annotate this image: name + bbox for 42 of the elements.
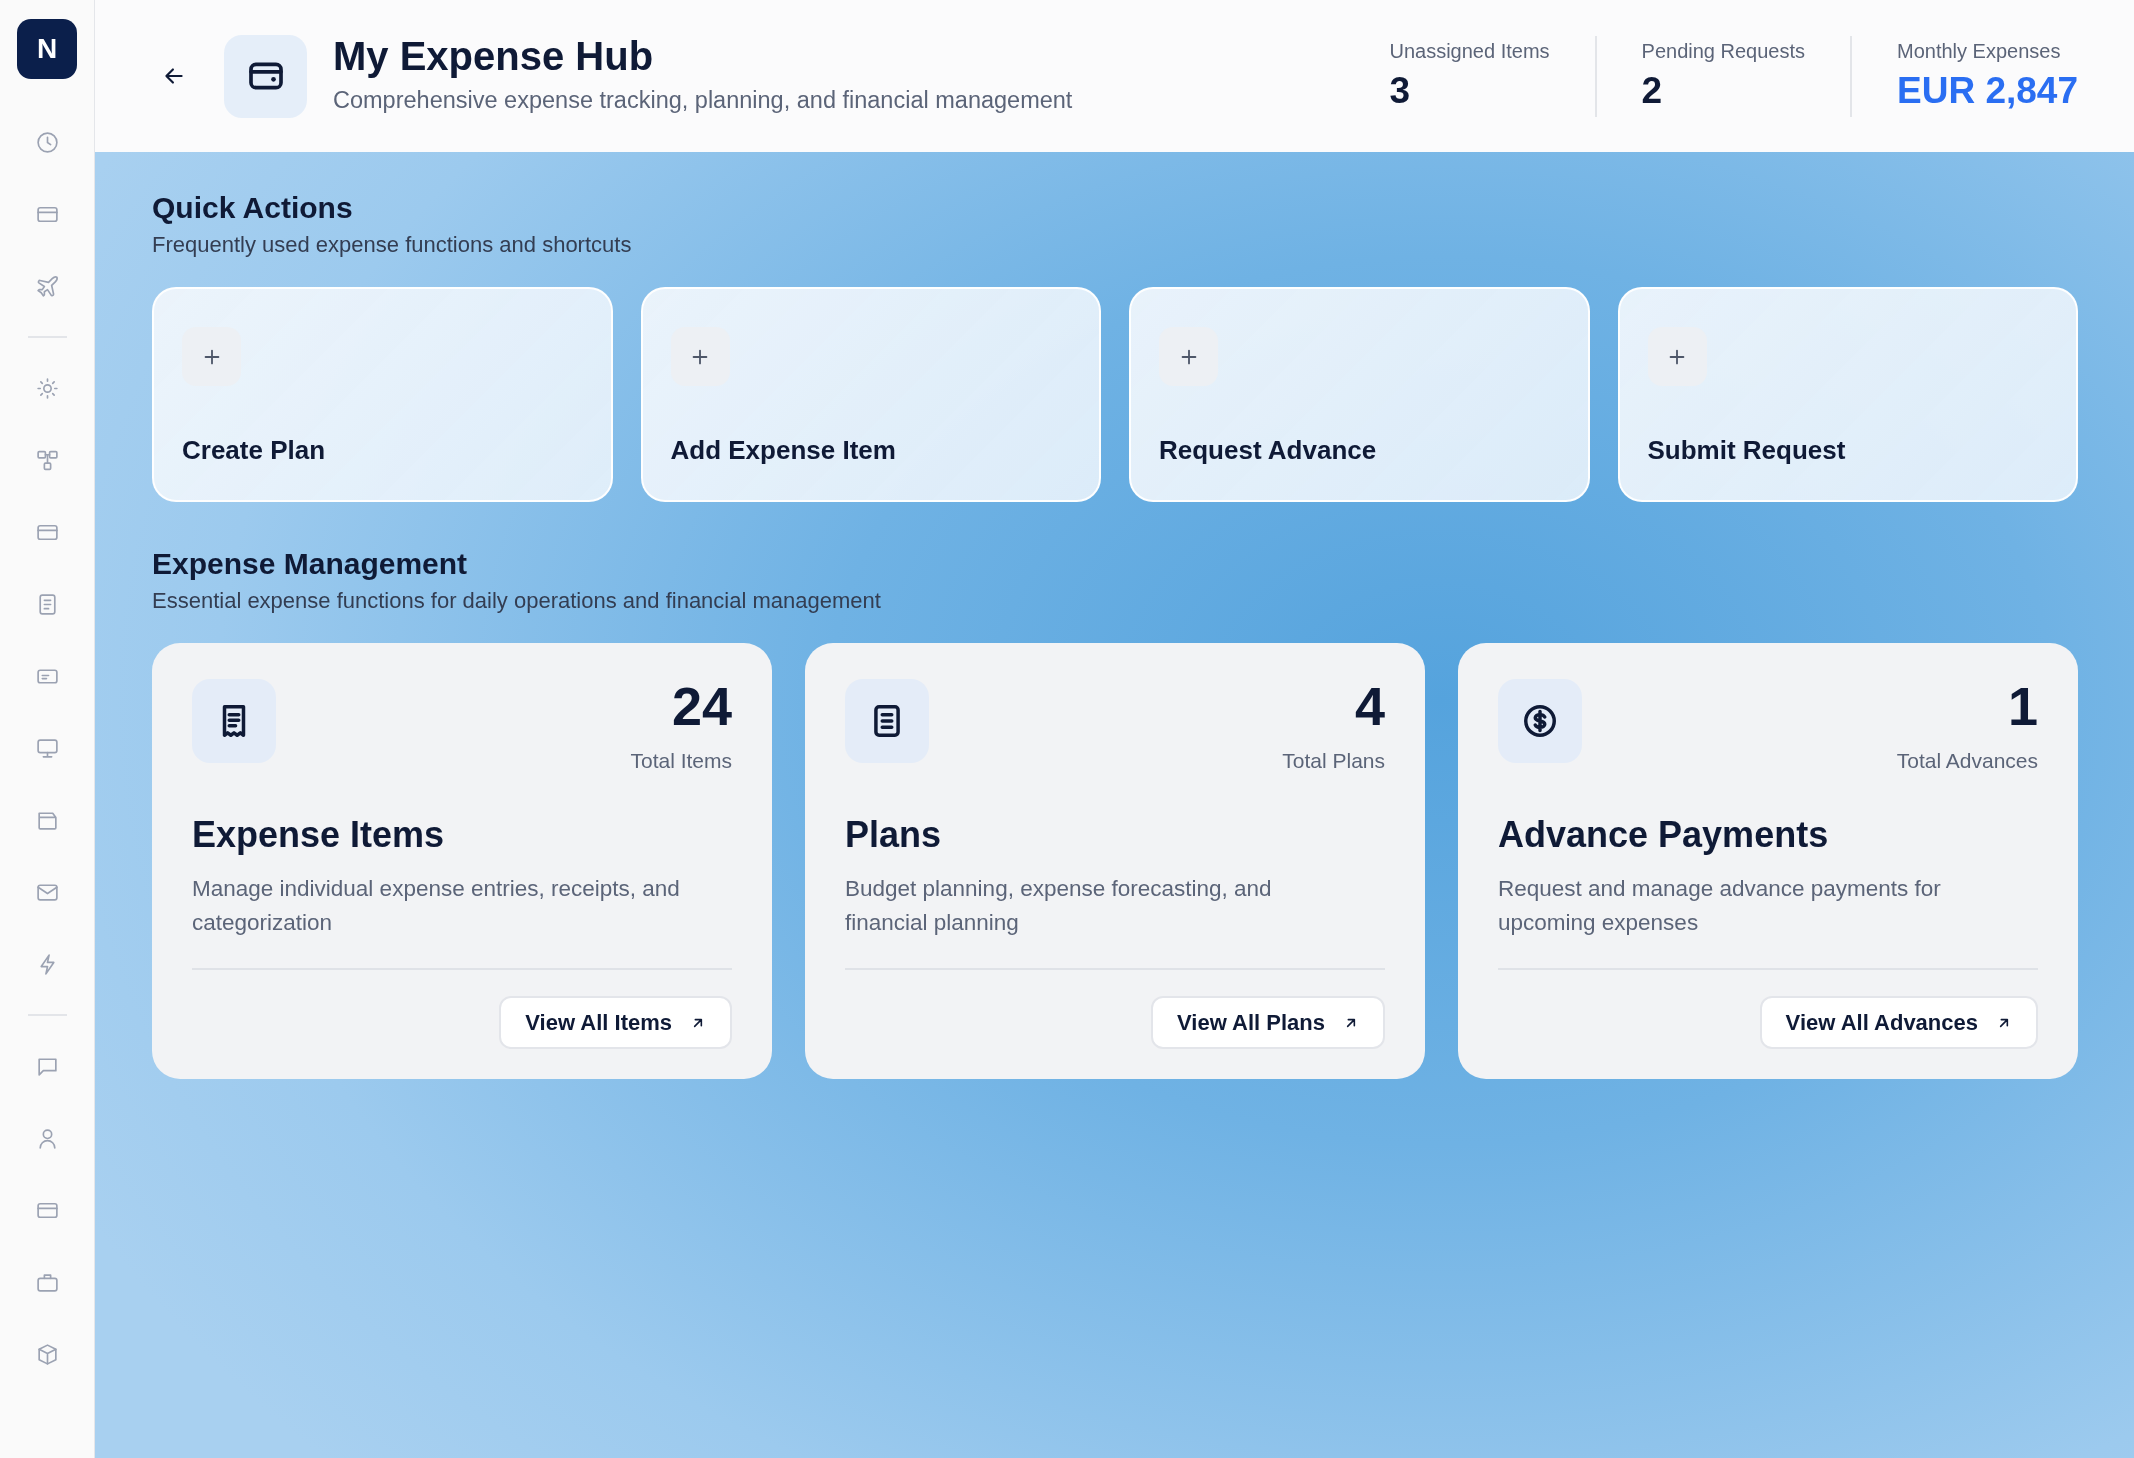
page-title: My Expense Hub xyxy=(333,33,655,80)
card-title: Advance Payments xyxy=(1498,812,1830,856)
stat-value: 2 xyxy=(1641,68,1664,113)
quick-action-button[interactable]: Request Advance xyxy=(1129,287,1590,502)
clock-icon[interactable] xyxy=(34,129,60,155)
plane-icon[interactable] xyxy=(34,273,60,299)
count-label: Total Advances xyxy=(1896,748,2038,774)
section-title: Quick Actions xyxy=(152,190,354,226)
stat-value: EUR 2,847 xyxy=(1897,68,2078,113)
card-title: Expense Items xyxy=(192,812,446,856)
stat-label: Unassigned Items xyxy=(1389,38,1550,63)
card-description: Manage individual expense entries, receipts, and categorization xyxy=(192,874,681,937)
total-count: 24 xyxy=(670,679,732,733)
receipt-icon xyxy=(192,679,276,763)
card-title: Plans xyxy=(845,812,943,856)
stat-label: Pending Requests xyxy=(1641,38,1805,63)
stat-label: Monthly Expenses xyxy=(1897,38,2062,63)
card-description: Request and manage advance payments for upcoming expenses xyxy=(1498,874,1942,937)
stat-value: 3 xyxy=(1389,68,1412,113)
quick-action-button[interactable]: Create Plan xyxy=(152,287,613,502)
plus-icon xyxy=(1647,327,1707,386)
view-all-button[interactable]: View All Items xyxy=(499,996,732,1049)
view-all-button[interactable]: View All Plans xyxy=(1151,996,1385,1049)
page-subtitle: Comprehensive expense tracking, planning, and financial management xyxy=(333,86,1073,116)
total-count: 4 xyxy=(1353,679,1385,733)
logo[interactable]: N xyxy=(17,19,77,79)
plus-icon xyxy=(182,327,241,386)
plus-icon xyxy=(1159,327,1218,386)
section-title: Expense Management xyxy=(152,546,469,582)
section-subtitle: Frequently used expense functions and shortcuts xyxy=(152,231,633,259)
plus-icon xyxy=(670,327,730,386)
card-description: Budget planning, expense forecasting, and financial planning xyxy=(845,874,1273,937)
sun-icon[interactable] xyxy=(34,375,60,401)
count-label: Total Plans xyxy=(1282,748,1385,774)
document-icon xyxy=(845,679,929,763)
section-subtitle: Essential expense functions for daily operations and financial management xyxy=(152,587,882,615)
quick-action-button[interactable]: Submit Request xyxy=(1617,287,2078,502)
wallet-icon xyxy=(224,34,307,118)
view-all-button[interactable]: View All Advances xyxy=(1759,996,2038,1049)
quick-action-button[interactable]: Add Expense Item xyxy=(640,287,1101,502)
total-count: 1 xyxy=(2006,679,2038,733)
count-label: Total Items xyxy=(630,748,732,774)
